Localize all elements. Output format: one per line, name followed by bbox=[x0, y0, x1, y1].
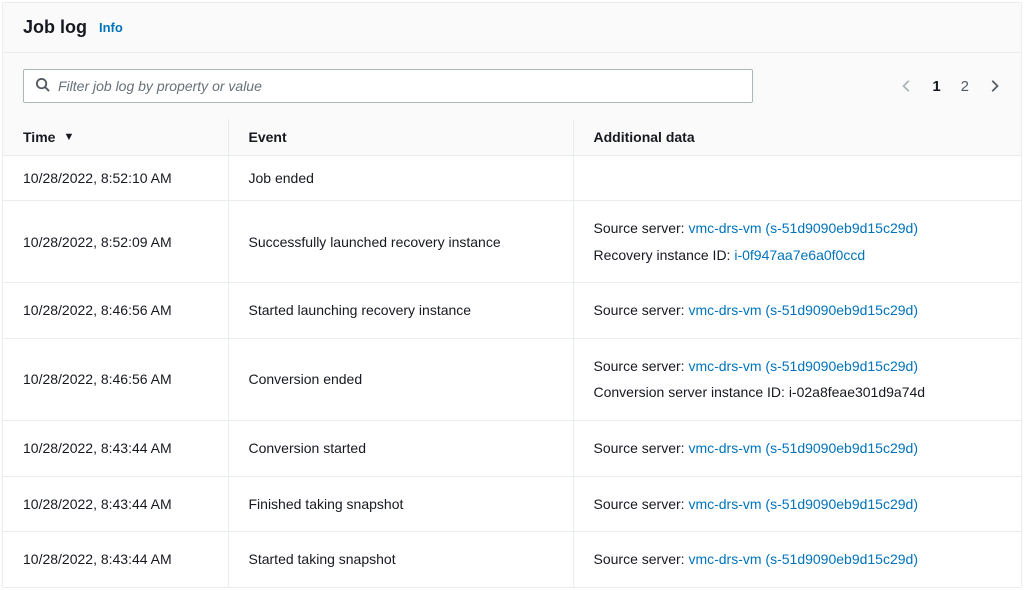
cell-event: Finished taking snapshot bbox=[228, 476, 573, 532]
cell-event: Started launching recovery instance bbox=[228, 283, 573, 339]
cell-time: 10/28/2022, 8:43:44 AM bbox=[3, 532, 228, 587]
col-header-time[interactable]: Time ▼ bbox=[3, 119, 228, 156]
table-row: 10/28/2022, 8:43:44 AMStarted taking sna… bbox=[3, 532, 1021, 587]
additional-link[interactable]: vmc-drs-vm (s-51d9090eb9d15c29d) bbox=[688, 358, 918, 374]
cell-event: Job ended bbox=[228, 156, 573, 201]
cell-time: 10/28/2022, 8:52:10 AM bbox=[3, 156, 228, 201]
info-link[interactable]: Info bbox=[99, 20, 123, 35]
job-log-panel: Job log Info 1 2 bbox=[2, 2, 1022, 588]
additional-link[interactable]: vmc-drs-vm (s-51d9090eb9d15c29d) bbox=[688, 551, 918, 567]
cell-event: Conversion ended bbox=[228, 338, 573, 420]
additional-link[interactable]: vmc-drs-vm (s-51d9090eb9d15c29d) bbox=[688, 496, 918, 512]
toolbar: 1 2 bbox=[3, 53, 1021, 119]
cell-time: 10/28/2022, 8:46:56 AM bbox=[3, 283, 228, 339]
cell-additional: Source server: vmc-drs-vm (s-51d9090eb9d… bbox=[573, 338, 1021, 420]
search-icon bbox=[35, 77, 50, 95]
additional-line: Conversion server instance ID: i-02a8fea… bbox=[594, 379, 1002, 406]
cell-time: 10/28/2022, 8:43:44 AM bbox=[3, 476, 228, 532]
cell-time: 10/28/2022, 8:46:56 AM bbox=[3, 338, 228, 420]
additional-link[interactable]: i-0f947aa7e6a0f0ccd bbox=[734, 247, 865, 263]
panel-title: Job log bbox=[23, 17, 87, 38]
cell-additional: Source server: vmc-drs-vm (s-51d9090eb9d… bbox=[573, 532, 1021, 587]
additional-label: Recovery instance ID: bbox=[594, 247, 735, 263]
additional-link[interactable]: vmc-drs-vm (s-51d9090eb9d15c29d) bbox=[688, 302, 918, 318]
additional-link[interactable]: vmc-drs-vm (s-51d9090eb9d15c29d) bbox=[688, 220, 918, 236]
sort-desc-icon: ▼ bbox=[63, 131, 74, 143]
cell-additional: Source server: vmc-drs-vm (s-51d9090eb9d… bbox=[573, 476, 1021, 532]
additional-link[interactable]: vmc-drs-vm (s-51d9090eb9d15c29d) bbox=[688, 440, 918, 456]
page-1[interactable]: 1 bbox=[930, 78, 942, 95]
table-row: 10/28/2022, 8:52:09 AMSuccessfully launc… bbox=[3, 201, 1021, 283]
page-2[interactable]: 2 bbox=[959, 78, 971, 95]
additional-label: Source server: bbox=[594, 551, 689, 567]
cell-event: Conversion started bbox=[228, 420, 573, 476]
col-header-additional[interactable]: Additional data bbox=[573, 119, 1021, 156]
job-log-table: Time ▼ Event Additional data 10/28/2022,… bbox=[3, 119, 1021, 587]
table-row: 10/28/2022, 8:43:44 AMConversion started… bbox=[3, 420, 1021, 476]
additional-text: i-02a8feae301d9a74d bbox=[789, 384, 925, 400]
cell-additional: Source server: vmc-drs-vm (s-51d9090eb9d… bbox=[573, 420, 1021, 476]
cell-additional: Source server: vmc-drs-vm (s-51d9090eb9d… bbox=[573, 283, 1021, 339]
pagination: 1 2 bbox=[900, 78, 1001, 95]
table-row: 10/28/2022, 8:43:44 AMFinished taking sn… bbox=[3, 476, 1021, 532]
additional-line: Source server: vmc-drs-vm (s-51d9090eb9d… bbox=[594, 353, 1002, 380]
cell-time: 10/28/2022, 8:52:09 AM bbox=[3, 201, 228, 283]
additional-label: Source server: bbox=[594, 358, 689, 374]
search-wrapper bbox=[23, 69, 753, 103]
additional-label: Conversion server instance ID: bbox=[594, 384, 789, 400]
next-page-icon[interactable] bbox=[987, 79, 1001, 93]
additional-label: Source server: bbox=[594, 496, 689, 512]
table-row: 10/28/2022, 8:46:56 AMConversion ended So… bbox=[3, 338, 1021, 420]
col-header-event[interactable]: Event bbox=[228, 119, 573, 156]
search-input[interactable] bbox=[23, 69, 753, 103]
cell-event: Started taking snapshot bbox=[228, 532, 573, 587]
additional-line: Source server: vmc-drs-vm (s-51d9090eb9d… bbox=[594, 297, 1002, 324]
additional-line: Source server: vmc-drs-vm (s-51d9090eb9d… bbox=[594, 546, 1002, 573]
additional-line: Source server: vmc-drs-vm (s-51d9090eb9d… bbox=[594, 491, 1002, 518]
additional-line: Source server: vmc-drs-vm (s-51d9090eb9d… bbox=[594, 215, 1002, 242]
additional-label: Source server: bbox=[594, 220, 689, 236]
col-header-event-label: Event bbox=[249, 129, 287, 145]
additional-label: Source server: bbox=[594, 302, 689, 318]
prev-page-icon[interactable] bbox=[900, 79, 914, 93]
col-header-additional-label: Additional data bbox=[594, 129, 695, 145]
additional-line: Source server: vmc-drs-vm (s-51d9090eb9d… bbox=[594, 435, 1002, 462]
cell-event: Successfully launched recovery instance bbox=[228, 201, 573, 283]
additional-label: Source server: bbox=[594, 440, 689, 456]
cell-time: 10/28/2022, 8:43:44 AM bbox=[3, 420, 228, 476]
table-row: 10/28/2022, 8:52:10 AMJob ended bbox=[3, 156, 1021, 201]
cell-additional bbox=[573, 156, 1021, 201]
panel-header: Job log Info bbox=[3, 3, 1021, 53]
table-row: 10/28/2022, 8:46:56 AMStarted launching … bbox=[3, 283, 1021, 339]
additional-line: Recovery instance ID: i-0f947aa7e6a0f0cc… bbox=[594, 242, 1002, 269]
cell-additional: Source server: vmc-drs-vm (s-51d9090eb9d… bbox=[573, 201, 1021, 283]
col-header-time-label: Time bbox=[23, 129, 55, 145]
